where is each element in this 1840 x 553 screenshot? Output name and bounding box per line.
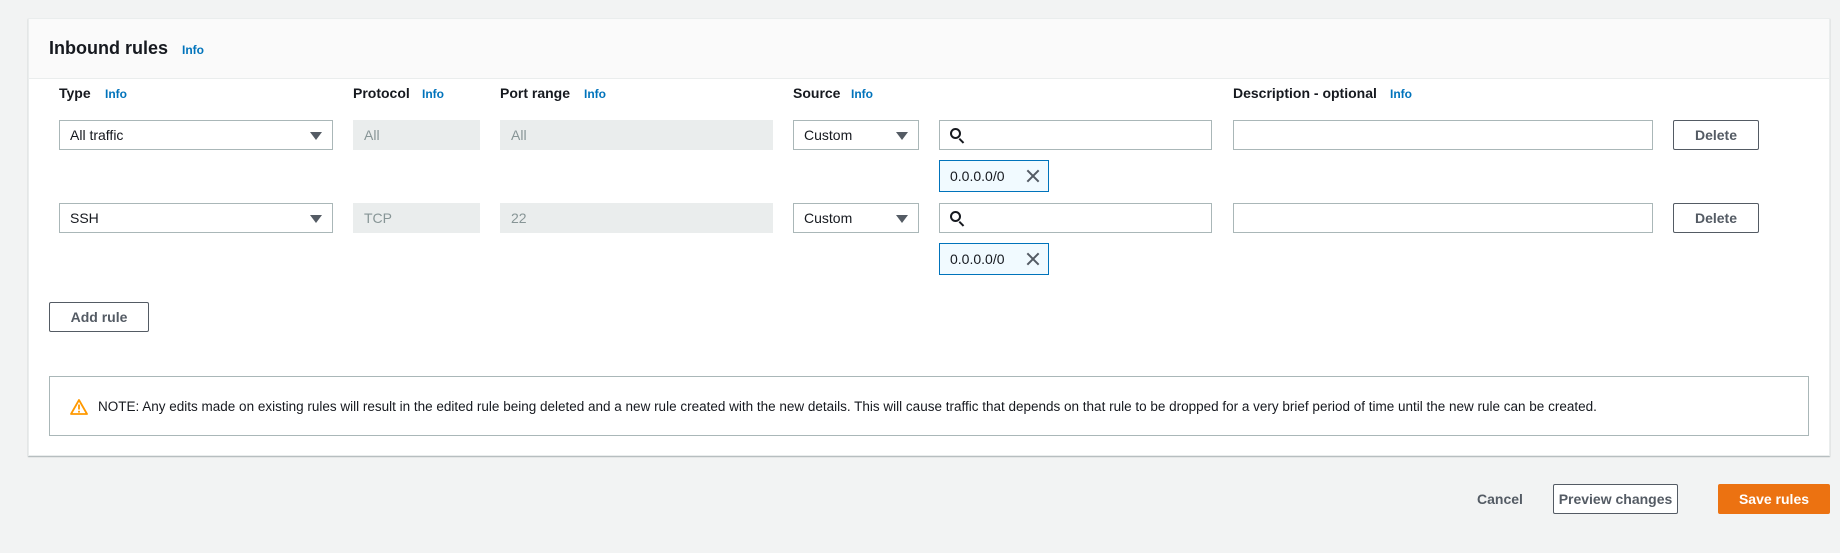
source-search-input[interactable] xyxy=(939,120,1212,150)
source-search-input[interactable] xyxy=(939,203,1212,233)
column-header-protocol: Protocol xyxy=(353,85,410,101)
add-rule-button[interactable]: Add rule xyxy=(49,302,149,332)
column-header-port-range: Port range xyxy=(500,85,571,101)
column-header-type: Type xyxy=(59,85,91,101)
rule-type-select[interactable]: SSH xyxy=(59,203,333,233)
caret-down-icon xyxy=(310,132,322,140)
remove-token-icon[interactable] xyxy=(1026,252,1040,266)
source-cidr-token: 0.0.0.0/0 xyxy=(939,243,1049,275)
save-rules-button[interactable]: Save rules xyxy=(1718,484,1830,514)
rule-port-range-field: All xyxy=(500,120,773,150)
preview-changes-button[interactable]: Preview changes xyxy=(1553,484,1678,514)
source-cidr-value: 0.0.0.0/0 xyxy=(950,251,1005,267)
rule-type-value: All traffic xyxy=(70,127,124,143)
port-range-info-link[interactable]: Info xyxy=(584,87,606,101)
rule-port-range-value: All xyxy=(511,127,527,143)
cancel-button[interactable]: Cancel xyxy=(1477,491,1523,507)
rule-source-type-value: Custom xyxy=(804,127,853,143)
rule-source-type-value: Custom xyxy=(804,210,853,226)
rule-type-value: SSH xyxy=(70,210,99,226)
caret-down-icon xyxy=(896,215,908,223)
source-cidr-token: 0.0.0.0/0 xyxy=(939,160,1049,192)
rule-source-type-select[interactable]: Custom xyxy=(793,203,919,233)
rule-protocol-field: All xyxy=(353,120,480,150)
section-title: Inbound rules xyxy=(49,38,168,58)
caret-down-icon xyxy=(310,215,322,223)
description-input[interactable] xyxy=(1233,120,1653,150)
panel-header: Inbound rules Info xyxy=(29,19,1829,79)
source-info-link[interactable]: Info xyxy=(851,87,873,101)
rule-type-select[interactable]: All traffic xyxy=(59,120,333,150)
description-input[interactable] xyxy=(1233,203,1653,233)
section-info-link[interactable]: Info xyxy=(182,43,204,57)
remove-token-icon[interactable] xyxy=(1026,169,1040,183)
search-icon xyxy=(950,211,965,227)
type-info-link[interactable]: Info xyxy=(105,87,127,101)
delete-rule-button[interactable]: Delete xyxy=(1673,203,1759,233)
delete-rule-button[interactable]: Delete xyxy=(1673,120,1759,150)
alert-message: NOTE: Any edits made on existing rules w… xyxy=(98,399,1597,414)
caret-down-icon xyxy=(896,132,908,140)
warning-icon xyxy=(70,399,88,415)
rule-protocol-value: TCP xyxy=(364,210,392,226)
inbound-rules-panel: Inbound rules Info Type Info Protocol In… xyxy=(28,18,1830,456)
rule-protocol-value: All xyxy=(364,127,380,143)
rule-port-range-value: 22 xyxy=(511,210,527,226)
rule-source-type-select[interactable]: Custom xyxy=(793,120,919,150)
search-icon xyxy=(950,128,965,144)
warning-alert: NOTE: Any edits made on existing rules w… xyxy=(49,376,1809,436)
source-cidr-value: 0.0.0.0/0 xyxy=(950,168,1005,184)
rule-protocol-field: TCP xyxy=(353,203,480,233)
description-info-link[interactable]: Info xyxy=(1390,87,1412,101)
protocol-info-link[interactable]: Info xyxy=(422,87,444,101)
rule-port-range-field: 22 xyxy=(500,203,773,233)
column-header-description: Description - optional xyxy=(1233,85,1377,101)
column-header-source: Source xyxy=(793,85,841,101)
